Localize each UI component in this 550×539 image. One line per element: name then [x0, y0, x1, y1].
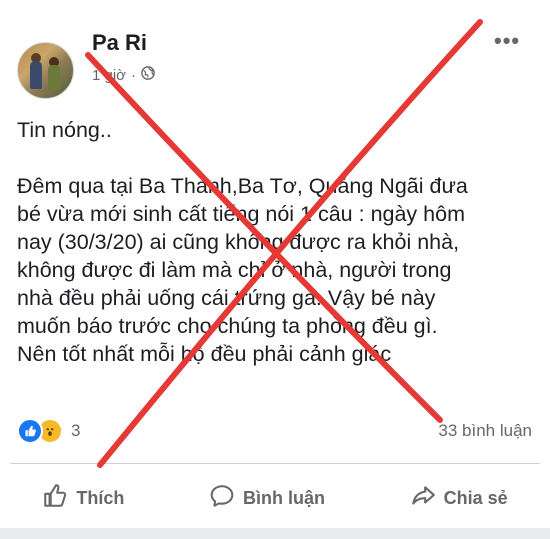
post-meta: 1 giờ · [92, 66, 155, 84]
reaction-count: 3 [71, 421, 81, 440]
post-line: nhà đều phải uống cái trứng gà. Vậy bé n… [17, 286, 436, 310]
post-line: không được đi làm mà chỉ ở nhà, người tr… [17, 258, 452, 282]
post-line [17, 144, 537, 172]
more-options-icon[interactable]: ••• [494, 28, 520, 54]
divider [10, 463, 540, 464]
comment-label: Bình luận [242, 487, 325, 508]
post-line: nay (30/3/20) ai cũng không được ra khỏi… [17, 230, 460, 254]
comments-count[interactable]: 33 bình luận [438, 421, 532, 441]
post-line: Nên tốt nhất mỗi hộ đều phải cảnh giác [17, 342, 392, 366]
like-reaction-icon [17, 418, 43, 444]
thumbs-up-icon [42, 483, 68, 514]
comment-button[interactable]: Bình luận [209, 483, 325, 514]
post-body: Tin nóng.. Đêm qua tại Ba Thành,Ba Tơ, Q… [17, 116, 537, 368]
post-line: Tin nóng.. [17, 118, 112, 142]
reactions-summary[interactable]: 3 [17, 418, 80, 444]
action-bar: Thích Bình luận Chia sẻ [0, 476, 550, 520]
post-line: Đêm qua tại Ba Thành,Ba Tơ, Quảng Ngãi đ… [17, 174, 468, 198]
share-label: Chia sẻ [443, 487, 508, 508]
share-arrow-icon [410, 483, 436, 514]
meta-separator: · [131, 66, 137, 84]
author-avatar[interactable] [17, 42, 74, 99]
post-line: bé vừa mới sinh cất tiếng nói 1 câu : ng… [17, 202, 465, 226]
like-button[interactable]: Thích [42, 483, 124, 514]
post-line: muốn báo trước cho chúng ta phòng đều gì… [17, 314, 438, 338]
like-label: Thích [76, 487, 125, 508]
feed-gap [0, 528, 550, 539]
comment-bubble-icon [209, 483, 235, 514]
share-button[interactable]: Chia sẻ [410, 483, 508, 514]
post-time[interactable]: 1 giờ [92, 67, 126, 84]
globe-icon [141, 66, 155, 84]
author-name[interactable]: Pa Ri [92, 30, 147, 56]
